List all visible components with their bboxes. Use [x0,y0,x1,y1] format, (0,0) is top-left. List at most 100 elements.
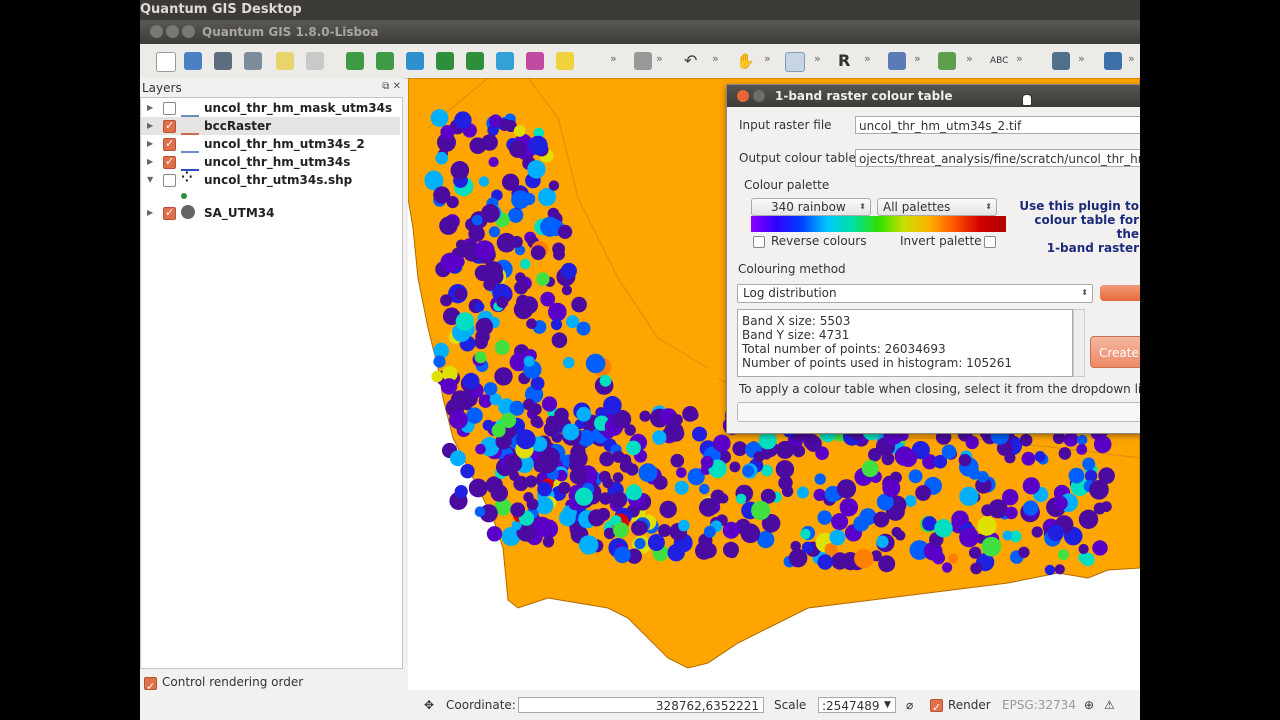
layer-item[interactable]: ▶ bccRaster [141,117,400,135]
control-rendering-order-row[interactable]: Control rendering order [140,670,403,699]
create-button[interactable]: Create [1090,336,1140,368]
collapse-arrow-icon[interactable]: ▼ [147,171,153,189]
layer-item[interactable]: ▶ uncol_thr_hm_utm34s [141,153,400,171]
dialog-minimize-icon[interactable] [753,90,765,102]
invert-palette-checkbox[interactable] [984,236,996,248]
layer-visibility-checkbox[interactable] [163,117,176,135]
layer-visibility-checkbox[interactable] [163,204,176,222]
save-project-icon[interactable] [214,52,232,70]
heatmap-spot [948,553,959,564]
heatmap-spot [588,509,606,527]
heatmap-spot [536,272,550,286]
open-project-icon[interactable] [184,52,202,70]
toolbar-overflow-icon[interactable]: » [712,52,719,65]
scale-dropdown-icon[interactable]: ▼ [884,693,891,717]
print-icon[interactable] [306,52,324,70]
layer-item[interactable]: ▼ ⁘ uncol_thr_utm34s.shp [141,171,400,189]
dialog-titlebar: 1-band raster colour table [727,85,1140,107]
toolbar-overflow-icon[interactable]: » [1016,52,1023,65]
add-vector-layer-icon[interactable] [346,52,364,70]
database-icon[interactable] [1052,52,1070,70]
add-wms-layer-icon[interactable] [466,52,484,70]
layer-visibility-checkbox[interactable] [163,153,176,171]
control-rendering-order-checkbox[interactable] [144,674,157,699]
panel-float-close-icon[interactable]: ⧉ ✕ [382,81,401,92]
heatmap-spot [454,111,472,129]
maximize-window-icon[interactable] [182,25,195,38]
epsg-label[interactable]: EPSG:32734 [1002,693,1076,717]
heatmap-spot [742,465,755,477]
identify-features-icon[interactable] [785,52,805,72]
colour-table-dropdown[interactable] [737,402,1140,422]
remove-layer-icon[interactable] [556,52,574,70]
stats-textbox[interactable]: Band X size: 5503 Band Y size: 4731 Tota… [737,309,1073,377]
heatmap-spot [1005,506,1018,520]
heatmap-spot [514,280,528,295]
layer-visibility-checkbox[interactable] [163,135,176,153]
heatmap-spot [778,475,793,491]
add-wfs-layer-icon[interactable] [496,52,514,70]
close-window-icon[interactable] [150,25,163,38]
label-tool-icon[interactable]: ABC [990,52,1008,70]
heatmap-spot [861,460,879,478]
add-raster-layer-icon[interactable] [376,52,394,70]
expand-arrow-icon[interactable]: ▶ [147,135,153,153]
warning-icon[interactable]: ⚠ [1104,693,1115,717]
new-project-icon[interactable] [156,52,176,72]
expand-arrow-icon[interactable]: ▶ [147,99,153,117]
r-plugin-icon[interactable]: R [838,52,856,70]
toolbar-overflow-icon[interactable]: » [864,52,871,65]
dialog-close-icon[interactable] [737,90,749,102]
stats-scrollbar[interactable] [1073,309,1085,377]
save-as-icon[interactable] [244,52,262,70]
print-composer-icon[interactable] [276,52,294,70]
undo-icon[interactable]: ↶ [684,52,702,70]
heatmap-spot [562,423,580,441]
expand-arrow-icon[interactable]: ▶ [147,153,153,171]
layer-item[interactable]: ▶ uncol_thr_hm_utm34s_2 [141,135,400,153]
toolbar-overflow-icon[interactable]: » [1128,52,1135,65]
pan-hand-icon[interactable]: ✋ [736,52,755,70]
layer-item[interactable]: ▶ SA_UTM34 [141,204,400,222]
digitize-tool-icon[interactable] [938,52,956,70]
toolbar-overflow-icon[interactable]: » [1078,52,1085,65]
layer-visibility-checkbox[interactable] [163,174,176,187]
toolbar-overflow-icon[interactable]: » [764,52,771,65]
toolbar-overflow-icon[interactable]: » [656,52,663,65]
heatmap-spot [1034,451,1046,462]
toolbar-overflow-icon[interactable]: » [814,52,821,65]
render-checkbox[interactable] [930,696,943,720]
input-raster-field[interactable]: uncol_thr_hm_utm34s_2.tif [855,116,1140,134]
coordinate-toggle-icon[interactable]: ✥ [424,693,434,717]
coordinate-field[interactable]: 328762,6352221 [518,697,764,713]
toolbar-overflow-icon[interactable]: » [914,52,921,65]
output-table-field[interactable]: ojects/threat_analysis/fine/scratch/unco… [855,149,1140,167]
layer-item[interactable]: ▶ uncol_thr_hm_mask_utm34s [141,99,400,117]
expand-arrow-icon[interactable]: ▶ [147,117,153,135]
add-spatialite-layer-icon[interactable] [436,52,454,70]
stop-render-icon[interactable]: ⌀ [906,693,913,717]
toolbar-overflow-icon[interactable]: » [610,52,617,65]
colouring-method-select[interactable]: Log distribution ⬍ [737,284,1093,303]
add-postgis-layer-icon[interactable] [406,52,424,70]
heatmap-spot [678,519,690,532]
new-shapefile-icon[interactable] [526,52,544,70]
apply-method-button[interactable] [1100,285,1140,301]
reverse-colours-checkbox[interactable] [753,236,765,248]
heatmap-spot [732,441,748,456]
crs-status-icon[interactable]: ⊕ [1084,693,1094,717]
heatmap-spot [475,443,486,455]
heatmap-spot [502,173,520,191]
palette-filter-select[interactable]: All palettes ⬍ [877,198,997,216]
georeferencer-icon[interactable] [1104,52,1122,70]
minimize-window-icon[interactable] [166,25,179,38]
expand-arrow-icon[interactable]: ▶ [147,204,153,222]
edit-pencil-icon[interactable] [634,52,652,70]
palette-select[interactable]: 340 rainbow ⬍ [751,198,871,216]
heatmap-spot [533,516,551,535]
layer-visibility-checkbox[interactable] [163,102,176,115]
window-title: Quantum GIS 1.8.0-Lisboa [202,25,379,39]
plugin-tool-icon[interactable] [888,52,906,70]
heatmap-spot [959,527,980,548]
toolbar-overflow-icon[interactable]: » [966,52,973,65]
